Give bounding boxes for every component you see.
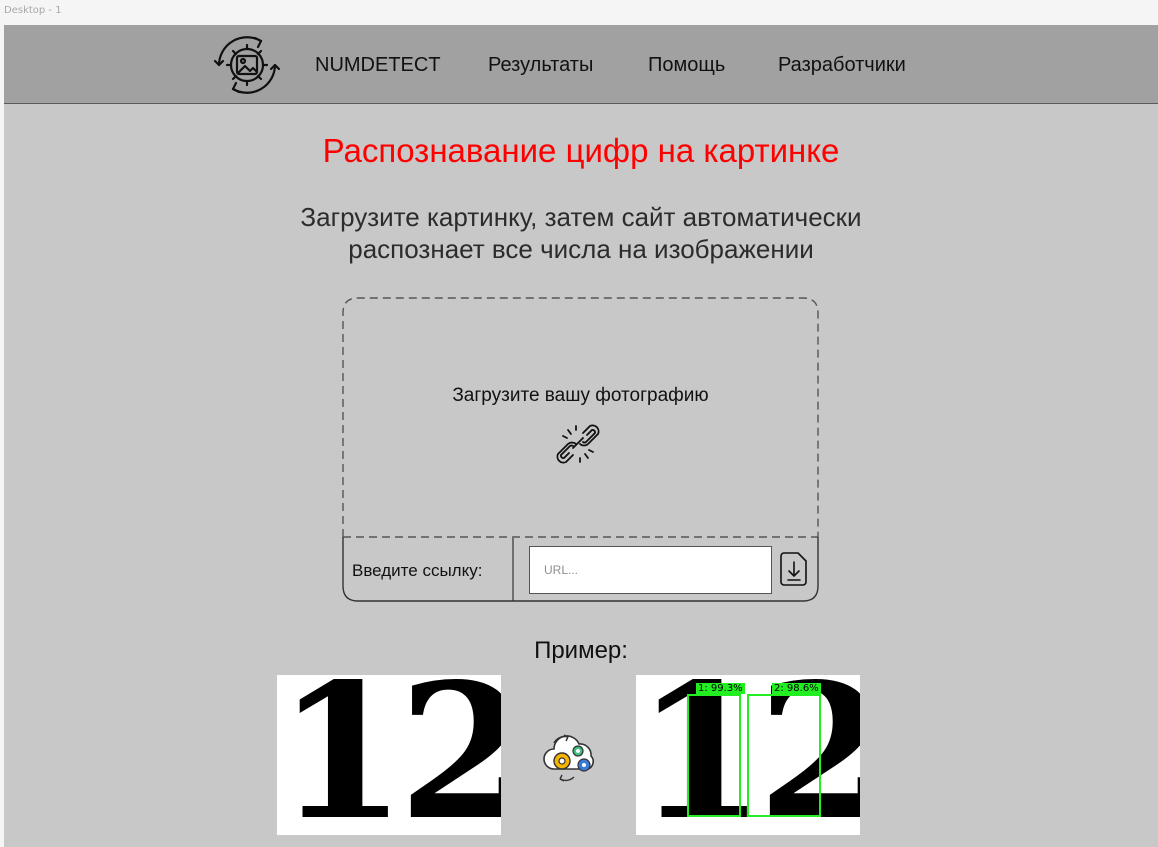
cloud-gears-icon [543, 734, 594, 782]
page-subtitle: Загрузите картинку, затем сайт автоматич… [4, 201, 1158, 265]
example-input-digits: 12 [277, 675, 501, 835]
link-chain-icon [556, 424, 600, 464]
nav-item-help[interactable]: Помощь [648, 54, 725, 77]
upload-dropzone[interactable]: Загрузите вашу фотографию Введите ссылку… [342, 297, 819, 602]
desktop-frame: NUMDETECT Результаты Помощь Разработчики… [4, 25, 1158, 847]
url-label: Введите ссылку: [352, 561, 483, 580]
nav-item-results[interactable]: Результаты [488, 54, 593, 77]
upload-prompt: Загрузите вашу фотографию [452, 385, 709, 406]
example-output-image: 12 1: 99.3% 2: 98.6% [636, 675, 860, 835]
logo-icon[interactable] [209, 31, 285, 99]
example-label: Пример: [534, 637, 628, 664]
nav-brand[interactable]: NUMDETECT [315, 54, 441, 77]
example-input-image: 12 [277, 675, 501, 835]
url-input[interactable] [529, 546, 772, 594]
navbar: NUMDETECT Результаты Помощь Разработчики [4, 25, 1158, 104]
download-file-icon[interactable] [780, 551, 809, 587]
frame-label: Desktop - 1 [4, 5, 62, 16]
detection-box [747, 694, 821, 817]
subtitle-line-1: Загрузите картинку, затем сайт автоматич… [300, 202, 862, 232]
page-title: Распознавание цифр на картинке [322, 132, 840, 169]
detection-box [687, 694, 741, 817]
nav-item-developers[interactable]: Разработчики [778, 54, 906, 77]
detection-label: 1: 99.3% [696, 683, 745, 694]
detection-label: 2: 98.6% [772, 683, 821, 694]
subtitle-line-2: распознает все числа на изображении [348, 234, 814, 264]
